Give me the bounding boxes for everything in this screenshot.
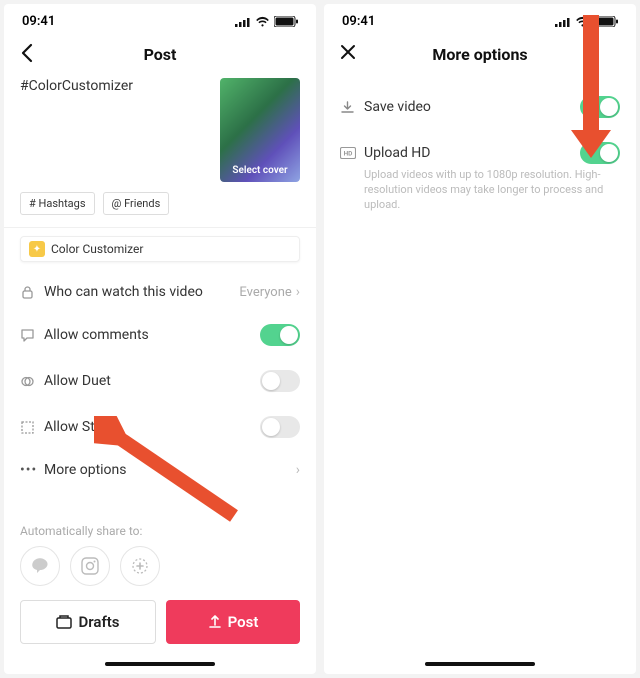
stitch-row: Allow Stitch	[4, 404, 316, 450]
post-screen: 09:41 Post #ColorCustomizer Select cover…	[4, 4, 316, 674]
post-label: Post	[228, 613, 259, 631]
privacy-row[interactable]: Who can watch this video Everyone ›	[4, 272, 316, 312]
battery-icon	[274, 16, 298, 27]
share-row	[4, 546, 316, 600]
home-indicator	[105, 662, 215, 666]
status-icons	[555, 16, 618, 27]
chip-row: # Hashtags @ Friends	[4, 182, 316, 227]
effect-label: Color Customizer	[51, 242, 143, 256]
drafts-button[interactable]: Drafts	[20, 600, 156, 644]
comments-label: Allow comments	[44, 327, 260, 343]
svg-text:HD: HD	[344, 150, 353, 158]
chevron-right-icon: ›	[296, 284, 300, 300]
stitch-toggle[interactable]	[260, 416, 300, 438]
drafts-icon	[56, 615, 72, 629]
signal-icon	[555, 17, 571, 27]
stitch-icon	[20, 420, 44, 435]
more-options-label: More options	[44, 462, 296, 478]
divider	[4, 227, 316, 228]
page-title: More options	[432, 45, 527, 64]
header: Post	[4, 33, 316, 78]
privacy-value: Everyone	[239, 285, 291, 300]
spacer	[324, 213, 636, 656]
close-icon[interactable]	[340, 41, 356, 66]
friends-chip[interactable]: @ Friends	[103, 192, 170, 215]
upload-hd-row: HD Upload HD	[324, 130, 636, 168]
effect-chip[interactable]: ✦ Color Customizer	[20, 236, 300, 262]
status-time: 09:41	[22, 14, 55, 29]
hd-icon: HD	[340, 147, 364, 159]
save-video-row: Save video	[324, 78, 636, 130]
stitch-label: Allow Stitch	[44, 419, 260, 435]
privacy-label: Who can watch this video	[44, 284, 239, 300]
status-time: 09:41	[342, 14, 375, 29]
more-options-row[interactable]: ••• More options ›	[4, 450, 316, 490]
comment-icon	[20, 328, 44, 343]
wifi-icon	[575, 16, 590, 27]
status-icons	[235, 16, 298, 27]
back-icon[interactable]	[20, 43, 34, 68]
page-title: Post	[144, 45, 177, 64]
more-options-screen: 09:41 More options Save video HD Upload …	[324, 4, 636, 674]
duet-row: Allow Duet	[4, 358, 316, 404]
caption-input[interactable]: #ColorCustomizer	[20, 78, 210, 182]
duet-toggle[interactable]	[260, 370, 300, 392]
upload-hd-description: Upload videos with up to 1080p resolutio…	[324, 168, 636, 213]
select-cover-label: Select cover	[232, 165, 287, 176]
chevron-right-icon: ›	[296, 462, 300, 478]
signal-icon	[235, 17, 251, 27]
header: More options	[324, 33, 636, 78]
upload-hd-toggle[interactable]	[580, 142, 620, 164]
save-video-toggle[interactable]	[580, 96, 620, 118]
status-bar: 09:41	[324, 4, 636, 33]
home-indicator	[425, 662, 535, 666]
status-bar: 09:41	[4, 4, 316, 33]
share-instagram-icon[interactable]	[70, 546, 110, 586]
share-add-icon[interactable]	[120, 546, 160, 586]
duet-icon	[20, 374, 44, 389]
cover-thumbnail[interactable]: Select cover	[220, 78, 300, 182]
spacer	[4, 490, 316, 500]
battery-icon	[594, 16, 618, 27]
share-label: Automatically share to:	[4, 500, 316, 546]
duet-label: Allow Duet	[44, 373, 260, 389]
share-message-icon[interactable]	[20, 546, 60, 586]
post-icon	[208, 615, 222, 629]
lock-icon	[20, 285, 44, 300]
caption-area: #ColorCustomizer Select cover	[4, 78, 316, 182]
more-icon: •••	[20, 462, 44, 478]
comments-row: Allow comments	[4, 312, 316, 358]
post-button[interactable]: Post	[166, 600, 300, 644]
sparkle-icon: ✦	[29, 241, 45, 257]
wifi-icon	[255, 16, 270, 27]
download-icon	[340, 100, 364, 115]
drafts-label: Drafts	[78, 613, 119, 631]
comments-toggle[interactable]	[260, 324, 300, 346]
hashtags-chip[interactable]: # Hashtags	[20, 192, 95, 215]
upload-hd-label: Upload HD	[364, 145, 580, 161]
save-video-label: Save video	[364, 99, 580, 115]
bottom-buttons: Drafts Post	[4, 600, 316, 656]
